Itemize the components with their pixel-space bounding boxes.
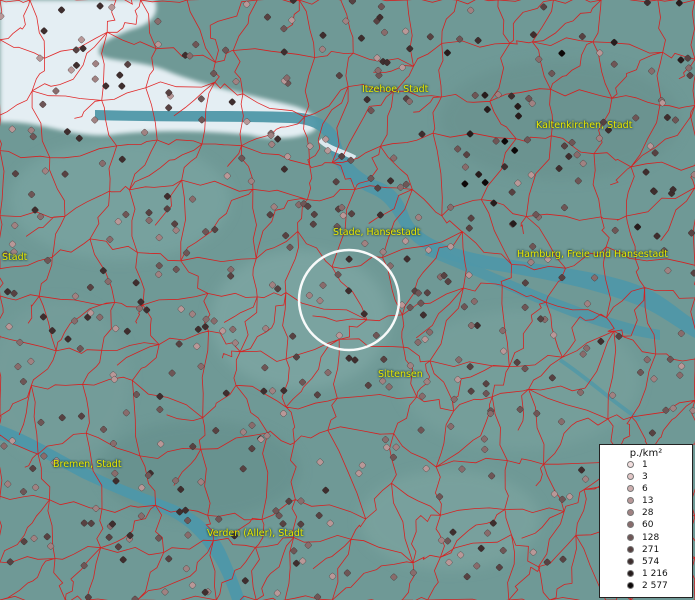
place-label-kaltenkirchen[interactable]: Kaltenkirchen, Stadt: [536, 121, 632, 131]
legend-entry: 1 216: [600, 568, 692, 580]
legend-value: 13: [642, 496, 654, 507]
legend-value: 3: [642, 472, 648, 483]
legend-swatch-icon: [627, 497, 634, 505]
density-legend: p./km² 1 3 6 13 28 60 128 271 574 1 216 2 577: [599, 444, 693, 598]
place-label-stadt-west[interactable]: Stadt: [2, 253, 27, 263]
legend-value: 574: [642, 556, 660, 567]
legend-entries: 1 3 6 13 28 60 128 271 574 1 216 2 577: [600, 459, 692, 592]
legend-title: p./km²: [629, 448, 663, 459]
place-label-stade[interactable]: Stade, Hansestadt: [333, 228, 421, 238]
legend-swatch-icon: [627, 533, 634, 541]
place-label-bremen[interactable]: Bremen, Stadt: [53, 460, 122, 470]
legend-entry: 3: [600, 471, 692, 483]
legend-entry: 28: [600, 507, 692, 519]
legend-swatch-icon: [627, 473, 634, 481]
legend-entry: 128: [600, 532, 692, 544]
legend-swatch-icon: [627, 569, 634, 577]
legend-swatch-icon: [627, 545, 634, 553]
legend-swatch-icon: [627, 461, 634, 468]
legend-entry: 1: [600, 459, 692, 471]
legend-entry: 6: [600, 483, 692, 495]
legend-value: 60: [642, 520, 654, 531]
legend-entry: 60: [600, 519, 692, 531]
place-label-sittensen[interactable]: Sittensen: [378, 370, 423, 380]
legend-swatch-icon: [627, 485, 634, 493]
legend-value: 271: [642, 544, 660, 555]
legend-entry: 2 577: [600, 580, 692, 592]
legend-value: 2 577: [642, 580, 668, 591]
legend-swatch-icon: [627, 581, 634, 589]
legend-value: 6: [642, 484, 648, 495]
legend-swatch-icon: [627, 509, 634, 517]
legend-value: 128: [642, 532, 660, 543]
legend-entry: 13: [600, 495, 692, 507]
place-label-itzehoe[interactable]: Itzehoe, Stadt: [362, 85, 428, 95]
legend-value: 28: [642, 508, 654, 519]
legend-value: 1: [642, 460, 648, 470]
legend-swatch-icon: [627, 557, 634, 565]
place-label-verden[interactable]: Verden (Aller), Stadt: [207, 529, 304, 539]
legend-entry: 574: [600, 556, 692, 568]
map-canvas[interactable]: [0, 0, 695, 600]
legend-entry: 271: [600, 544, 692, 556]
legend-value: 1 216: [642, 568, 668, 579]
legend-swatch-icon: [627, 521, 634, 529]
place-label-hamburg[interactable]: Hamburg, Freie und Hansestadt: [517, 250, 668, 260]
